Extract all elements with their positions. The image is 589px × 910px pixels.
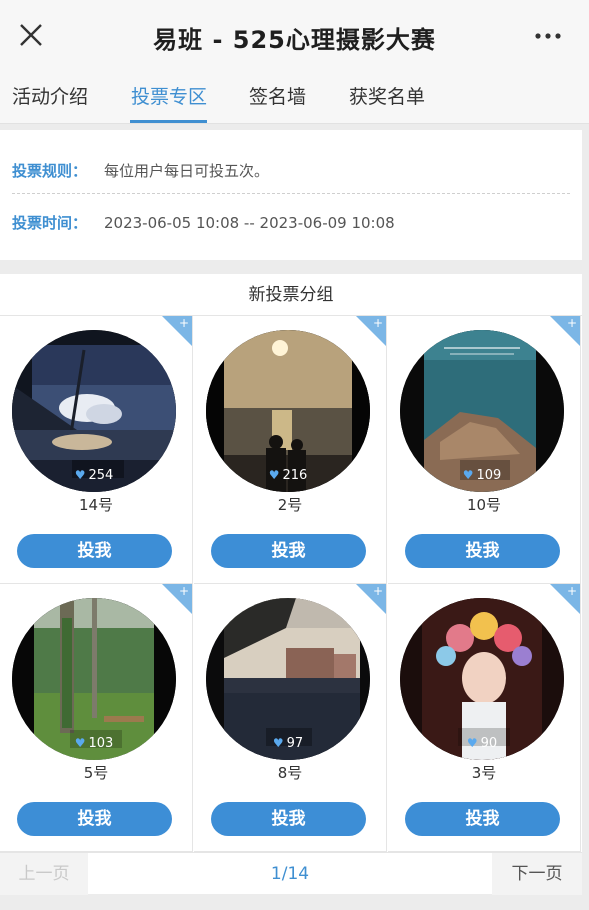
entry-card[interactable]: + ♥ 97 8号 投我 [194, 584, 387, 852]
tab-bar: 活动介绍 投票专区 签名墙 获奖名单 [0, 70, 589, 124]
plus-icon: + [372, 584, 383, 598]
rule-row: 投票规则： 每位用户每日可投五次。 [12, 160, 269, 181]
vote-button[interactable]: 投我 [211, 802, 366, 836]
plus-icon: + [566, 316, 577, 330]
vote-button[interactable]: 投我 [17, 802, 172, 836]
entry-card[interactable]: + ♥ 254 14号 投我 [0, 316, 193, 584]
entry-photo[interactable]: ♥ 109 [400, 330, 564, 492]
tab-signature-wall[interactable]: 签名墙 [249, 82, 306, 109]
prev-page-button[interactable]: 上一页 [0, 853, 88, 895]
like-count: ♥ 109 [462, 468, 502, 483]
heart-icon: ♥ [268, 468, 280, 482]
rule-label: 投票规则： [12, 162, 88, 180]
entry-photo[interactable]: ♥ 216 [206, 330, 370, 492]
divider [12, 193, 570, 194]
entry-card[interactable]: + ♥ 103 5号 投我 [0, 584, 193, 852]
entry-photo[interactable]: ♥ 90 [400, 598, 564, 760]
like-count: ♥ 254 [74, 468, 114, 483]
entry-card[interactable]: + ♥ 109 10号 投我 [388, 316, 581, 584]
entry-photo[interactable]: ♥ 254 [12, 330, 176, 492]
plus-icon: + [566, 584, 577, 598]
active-tab-indicator [130, 120, 207, 123]
nav-bar: 易班 - 525心理摄影大赛 [0, 0, 589, 70]
vote-button[interactable]: 投我 [405, 534, 560, 568]
entry-number: 14号 [78, 496, 114, 514]
plus-icon: + [372, 316, 383, 330]
time-row: 投票时间： 2023-06-05 10:08 -- 2023-06-09 10:0… [12, 212, 395, 233]
heart-icon: ♥ [74, 736, 86, 750]
rule-text: 每位用户每日可投五次。 [104, 162, 270, 180]
entry-number: 10号 [466, 496, 502, 514]
like-count: ♥ 103 [74, 736, 114, 751]
plus-icon: + [178, 584, 189, 598]
pagination: 上一页 1/14 下一页 [0, 852, 582, 895]
page-title: 易班 - 525心理摄影大赛 [153, 26, 436, 54]
group-title: 新投票分组 [0, 274, 582, 316]
next-page-button[interactable]: 下一页 [492, 853, 582, 895]
entry-photo[interactable]: ♥ 103 [12, 598, 176, 760]
like-count: ♥ 216 [268, 468, 308, 483]
heart-icon: ♥ [462, 468, 474, 482]
page-indicator: 1/14 [270, 864, 310, 884]
vote-button[interactable]: 投我 [211, 534, 366, 568]
more-icon[interactable] [533, 26, 563, 46]
tab-intro[interactable]: 活动介绍 [12, 82, 88, 109]
plus-icon: + [178, 316, 189, 330]
entry-number: 3号 [471, 764, 497, 782]
vote-button[interactable]: 投我 [17, 534, 172, 568]
vote-group: 新投票分组 + ♥ 254 14号 投我 + ♥ 216 2号 投我 + ♥ 1… [0, 274, 582, 894]
like-count: ♥ 90 [466, 736, 498, 751]
entry-card[interactable]: + ♥ 216 2号 投我 [194, 316, 387, 584]
entry-number: 8号 [277, 764, 303, 782]
entry-card[interactable]: + ♥ 90 3号 投我 [388, 584, 581, 852]
time-text: 2023-06-05 10:08 -- 2023-06-09 10:08 [104, 214, 395, 232]
vote-button[interactable]: 投我 [405, 802, 560, 836]
tab-winners[interactable]: 获奖名单 [349, 82, 425, 109]
entry-number: 5号 [83, 764, 109, 782]
entry-number: 2号 [277, 496, 303, 514]
heart-icon: ♥ [466, 736, 478, 750]
heart-icon: ♥ [74, 468, 86, 482]
like-count: ♥ 97 [272, 736, 304, 751]
vote-rules-panel: 投票规则： 每位用户每日可投五次。 投票时间： 2023-06-05 10:08 -… [0, 130, 582, 260]
time-label: 投票时间： [12, 214, 88, 232]
heart-icon: ♥ [272, 736, 284, 750]
entry-photo[interactable]: ♥ 97 [206, 598, 370, 760]
tab-voting[interactable]: 投票专区 [131, 82, 207, 109]
